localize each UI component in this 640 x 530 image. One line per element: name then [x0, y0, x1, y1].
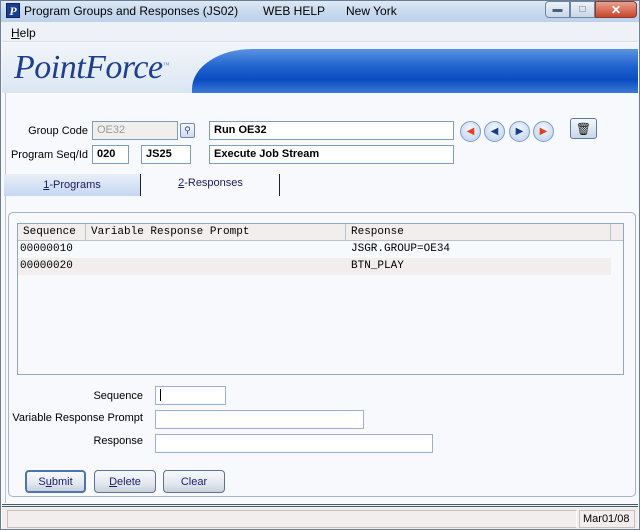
submit-label-a: S: [38, 475, 46, 488]
last-record-button[interactable]: ▶: [533, 121, 554, 142]
clear-label: Clear: [180, 475, 208, 488]
menu-item-help[interactable]: Help: [11, 26, 36, 40]
tab-responses-label: Responses: [187, 177, 243, 189]
response-input[interactable]: [155, 434, 433, 453]
menu-bar: Help: [2, 22, 638, 42]
tab-programs-label: Programs: [53, 179, 101, 191]
table-row[interactable]: 00000010 JSGR.GROUP=OE34: [18, 241, 623, 258]
window-controls: ▬ □ ✕: [545, 1, 637, 19]
cell-prompt: [86, 258, 346, 275]
close-button[interactable]: ✕: [595, 1, 637, 18]
clear-button[interactable]: Clear: [163, 470, 225, 493]
location-label: New York: [346, 4, 397, 18]
close-icon: ✕: [610, 2, 622, 17]
program-seq-field[interactable]: 020: [92, 145, 129, 164]
column-header-prompt[interactable]: Variable Response Prompt: [86, 224, 346, 240]
sequence-label: Sequence: [93, 390, 143, 402]
previous-record-icon: ◀: [490, 126, 499, 137]
column-header-sequence[interactable]: Sequence: [18, 224, 86, 240]
status-bar: Mar01/08: [2, 504, 638, 529]
maximize-button[interactable]: □: [570, 1, 595, 18]
maximize-icon: □: [579, 4, 586, 15]
delete-button[interactable]: Delete: [94, 470, 156, 493]
cell-sequence: 00000010: [20, 243, 73, 255]
pointforce-logo: PointForce™: [14, 49, 170, 87]
next-record-button[interactable]: ▶: [509, 121, 530, 142]
minimize-icon: ▬: [552, 4, 563, 15]
response-label: Response: [93, 435, 143, 447]
text-cursor: [160, 389, 161, 401]
brand-banner: PointForce™: [2, 43, 638, 93]
minimize-button[interactable]: ▬: [545, 1, 570, 18]
lookup-icon: ⚲: [184, 125, 191, 135]
program-id-field[interactable]: JS25: [141, 145, 191, 164]
frame-border: [5, 93, 6, 503]
variable-prompt-label: Variable Response Prompt: [12, 412, 143, 424]
program-description-field[interactable]: Execute Job Stream: [209, 145, 454, 164]
cell-sequence: 00000020: [20, 260, 73, 272]
variable-prompt-input[interactable]: [155, 410, 364, 429]
previous-record-button[interactable]: ◀: [484, 121, 505, 142]
status-date: Mar01/08: [579, 510, 635, 528]
app-window: P Program Groups and Responses (JS02) WE…: [0, 0, 640, 530]
menu-help-mnemonic: H: [11, 26, 20, 40]
delete-mnemonic: D: [109, 475, 118, 488]
program-seq-label: Program Seq/Id: [10, 149, 88, 161]
web-help-label: WEB HELP: [263, 4, 326, 18]
tab-programs[interactable]: 1-Programs: [4, 174, 141, 196]
logo-text: PointForce: [14, 49, 163, 86]
submit-button[interactable]: Su bmit: [25, 470, 86, 493]
cell-response: BTN_PLAY: [351, 260, 404, 272]
column-header-response[interactable]: Response: [346, 224, 611, 240]
menu-help-rest: elp: [19, 26, 36, 40]
group-code-label: Group Code: [28, 125, 88, 137]
group-code-field[interactable]: OE32: [92, 121, 178, 140]
next-record-icon: ▶: [515, 126, 524, 137]
status-message: [7, 510, 577, 528]
first-record-icon: ◀: [466, 126, 475, 137]
delete-record-button[interactable]: 🗑: [570, 118, 597, 139]
first-record-button[interactable]: ◀: [460, 121, 481, 142]
cell-prompt: [86, 241, 346, 258]
window-title: Program Groups and Responses (JS02): [24, 4, 239, 18]
submit-label-b: bmit: [51, 475, 73, 488]
trash-icon: 🗑: [575, 121, 592, 136]
title-bar: P Program Groups and Responses (JS02) WE…: [1, 1, 639, 22]
group-description-field[interactable]: Run OE32: [209, 121, 454, 140]
group-lookup-button[interactable]: ⚲: [180, 123, 195, 138]
delete-label-b: elete: [117, 475, 141, 488]
app-logo-icon: P: [6, 3, 20, 18]
sequence-input[interactable]: [155, 386, 226, 405]
responses-grid[interactable]: Sequence Variable Response Prompt Respon…: [17, 223, 624, 375]
table-row[interactable]: 00000020 BTN_PLAY: [18, 258, 611, 275]
banner-swoosh: [192, 49, 638, 93]
trademark-mark: ™: [162, 61, 170, 69]
grid-header: Sequence Variable Response Prompt Respon…: [18, 224, 623, 241]
last-record-icon: ▶: [539, 126, 548, 137]
tab-responses[interactable]: 2-Responses: [142, 174, 280, 196]
cell-response: JSGR.GROUP=OE34: [351, 243, 451, 255]
